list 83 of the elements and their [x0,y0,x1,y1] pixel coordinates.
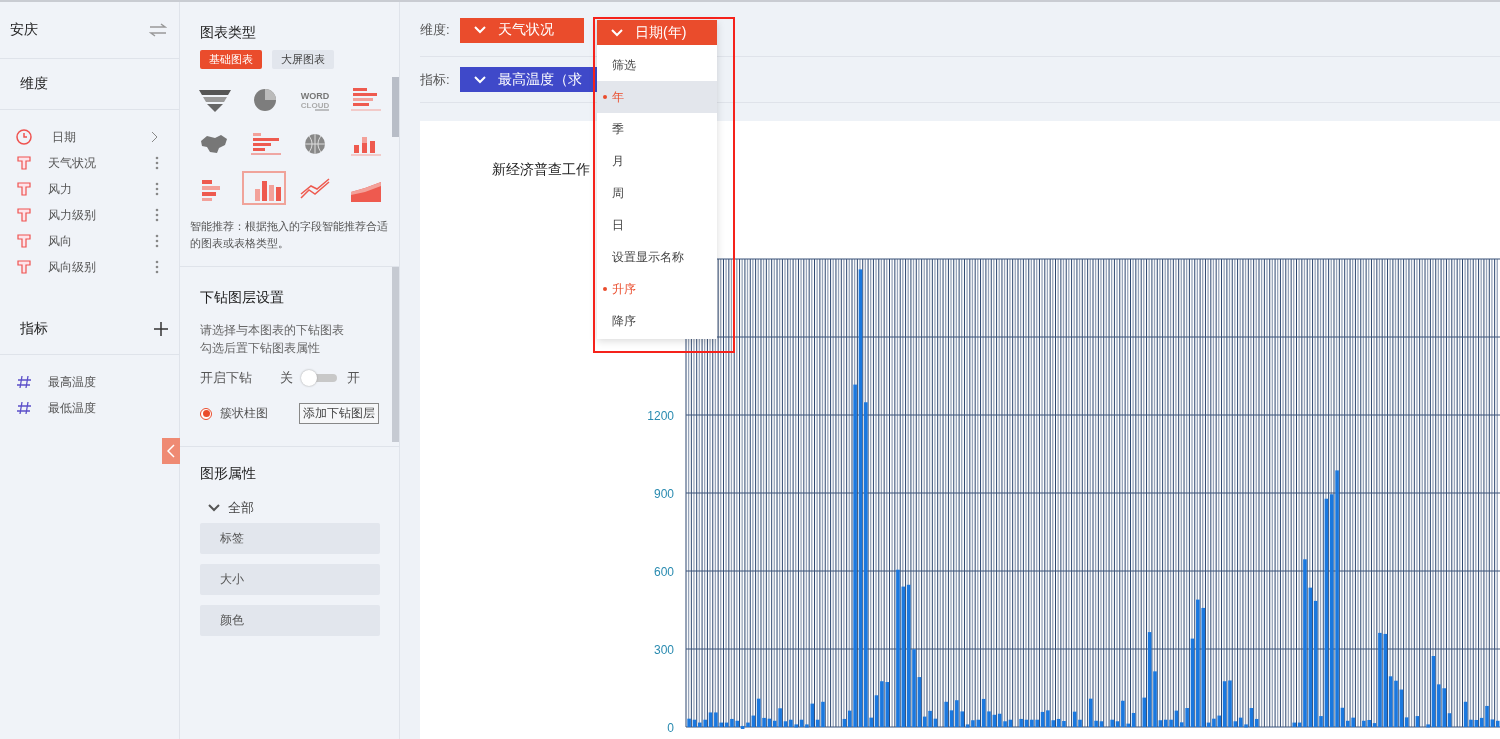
chevron-right-icon [151,131,159,143]
dimension-item[interactable]: 天气状况 [0,150,179,176]
menu-item[interactable]: 降序 [597,305,717,337]
hash-icon [16,401,32,415]
field-label: 指标: [420,70,450,89]
dimension-item[interactable]: 风力 [0,176,179,202]
swap-icon[interactable] [149,23,167,37]
bar-chart-icon [250,133,282,155]
section-title: 下钻图层设置 [200,289,285,307]
chevron-down-icon [473,26,486,34]
scrollbar[interactable] [392,267,399,442]
groupbar-chart-icon [202,180,220,201]
off-label: 关 [280,369,293,387]
section-header: 维度 [20,75,48,93]
dimension-item[interactable]: 风力级别 [0,202,179,228]
menu-item[interactable]: 升序 [597,273,717,305]
tab[interactable]: 大屏图表 [272,50,334,69]
pie-chart-icon [254,89,276,111]
column-chart-icon [255,181,281,201]
menu-item[interactable]: 季 [597,113,717,145]
dimension-item[interactable]: 风向级别 [0,254,179,280]
toggle-label: 开启下钻 [200,369,252,387]
measure-item[interactable]: 最高温度 [0,369,179,395]
text-field-icon [16,181,32,197]
description-text: 请选择与本图表的下钻图表 勾选后置下钻图表属性 [200,322,345,357]
menu-item[interactable]: 日 [597,209,717,241]
text-field-icon [16,233,32,249]
add-layer-button[interactable]: 添加下钻图层 [299,403,379,424]
axis-tick-label: 600 [653,565,674,579]
chevron-down-icon [611,28,623,37]
more-icon[interactable] [155,182,159,196]
panel-title: 图表类型 [199,23,257,42]
more-icon[interactable] [155,208,159,222]
axis-tick-label: 1200 [647,409,674,423]
bar [1415,716,1420,727]
more-icon[interactable] [155,234,159,248]
globe-chart-icon [304,133,326,155]
section-header: 指标 [20,320,48,338]
measure-item[interactable]: 最低温度 [0,395,179,421]
project-title: 安庆 [10,21,38,39]
more-icon[interactable] [155,260,159,274]
scrollbar[interactable] [392,77,399,137]
line-chart-icon [300,178,330,199]
text-field-icon [16,259,32,275]
section-title: 图形属性 [200,465,257,483]
chevron-down-icon [208,504,220,512]
chevron-left-icon [167,444,175,458]
radio-label: 簇状柱图 [220,405,268,422]
axis-tick-label: 0 [667,721,674,735]
stackbar-chart-icon [350,88,382,111]
chart-title: 新经济普查工作 [492,161,590,179]
menu-item[interactable]: 设置显示名称 [597,241,717,273]
text-field-icon [16,207,32,223]
stackcolumn-chart-icon [350,137,382,156]
map-chart-icon [201,135,227,153]
dimension-pill[interactable]: 天气状况 [459,17,584,43]
property-item[interactable]: 颜色 [200,605,380,636]
radio-button[interactable] [200,407,212,420]
tab[interactable]: 基础图表 [200,50,262,69]
collapse-button[interactable] [162,438,180,464]
more-icon[interactable] [155,156,159,170]
dimension-item[interactable]: 日期 [0,124,179,150]
chart-type-option[interactable] [242,171,286,205]
plus-icon[interactable] [153,321,169,337]
axis-tick-label: 900 [653,487,674,501]
dimension-item[interactable]: 风向 [0,228,179,254]
dimension-pill[interactable]: 日期(年) [597,20,717,45]
property-item[interactable]: 大小 [200,564,380,595]
hint-text: 智能推荐：根据拖入的字段智能推荐合适的图表或表格类型。 [180,212,399,267]
menu-item[interactable]: 月 [597,145,717,177]
chart-type-option[interactable]: WORD CLOUD [292,81,336,115]
property-item[interactable]: 标签 [200,523,380,554]
menu-item[interactable]: 周 [597,177,717,209]
chevron-down-icon [473,75,486,84]
group-toggle[interactable]: 全部 [208,499,379,517]
field-label: 维度: [420,21,450,39]
hash-icon [16,375,32,389]
area-chart-icon [351,182,381,202]
funnel-chart-icon [199,90,231,112]
axis-tick-label: 300 [653,643,674,657]
text-field-icon [16,155,32,171]
clock-icon [16,129,32,145]
on-label: 开 [347,369,360,387]
